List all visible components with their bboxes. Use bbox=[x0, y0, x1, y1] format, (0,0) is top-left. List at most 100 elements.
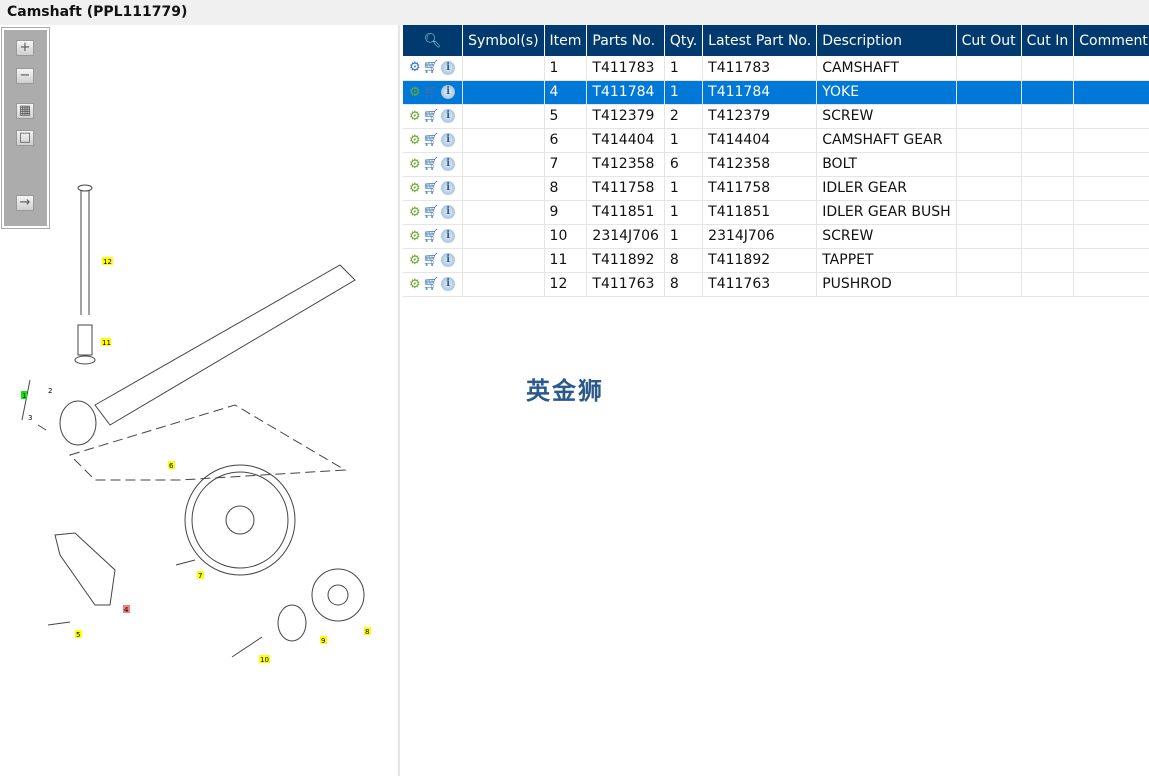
table-row[interactable]: ⚙ 🛒︎ i 8 T411758 1 T411758 IDLER GEAR bbox=[403, 176, 1149, 201]
cart-icon[interactable]: 🛒︎ bbox=[423, 229, 440, 244]
info-icon[interactable]: i bbox=[441, 85, 456, 99]
cut-in-cell bbox=[1021, 152, 1075, 177]
qty-cell: 1 bbox=[664, 56, 704, 81]
parts-no-cell: T411763 bbox=[586, 272, 665, 297]
col-symbols[interactable]: Symbol(s) bbox=[462, 25, 545, 56]
qty-cell: 8 bbox=[664, 248, 704, 273]
qty-cell: 1 bbox=[664, 224, 704, 249]
latest-part-cell: T414404 bbox=[702, 128, 818, 153]
search-icon[interactable]: 🔍︎ bbox=[424, 33, 442, 49]
zoom-out-button[interactable]: − bbox=[16, 68, 34, 84]
description-cell: BOLT bbox=[816, 152, 957, 177]
exploded-diagram[interactable]: 12 11 1 2 3 6 7 4 5 9 8 10 bbox=[0, 25, 400, 776]
diagram-pane[interactable]: 12 11 1 2 3 6 7 4 5 9 8 10 + − ▦ □ → bbox=[0, 25, 400, 776]
parts-no-cell: T411784 bbox=[586, 80, 665, 105]
parts-no-cell: T414404 bbox=[586, 128, 665, 153]
callout-10[interactable]: 10 bbox=[260, 656, 269, 664]
item-cell: 4 bbox=[544, 80, 588, 105]
cart-icon[interactable]: 🛒︎ bbox=[423, 60, 440, 75]
info-icon[interactable]: i bbox=[441, 157, 456, 171]
info-icon[interactable]: i bbox=[441, 205, 456, 219]
col-comment[interactable]: Comment bbox=[1073, 25, 1149, 56]
table-row[interactable]: ⚙ 🛒︎ i 9 T411851 1 T411851 IDLER GEAR BUSH bbox=[403, 200, 1149, 225]
col-cut-out[interactable]: Cut Out bbox=[956, 25, 1022, 56]
export-button[interactable]: → bbox=[16, 195, 34, 211]
table-row[interactable]: ⚙ 🛒︎ i 12 T411763 8 T411763 PUSHROD bbox=[403, 272, 1149, 297]
info-icon[interactable]: i bbox=[441, 133, 456, 147]
callout-5[interactable]: 5 bbox=[76, 631, 80, 639]
cut-in-cell bbox=[1021, 56, 1075, 81]
latest-part-cell: T412358 bbox=[702, 152, 818, 177]
col-parts-no[interactable]: Parts No. bbox=[586, 25, 665, 56]
callouts: 12 11 1 2 3 6 7 4 5 9 8 10 bbox=[21, 257, 371, 664]
item-cell: 5 bbox=[544, 104, 588, 129]
cart-icon[interactable]: 🛒︎ bbox=[423, 253, 440, 268]
callout-4[interactable]: 4 bbox=[124, 606, 129, 614]
symbols-cell bbox=[462, 80, 545, 105]
description-cell: TAPPET bbox=[816, 248, 957, 273]
latest-part-cell: T412379 bbox=[702, 104, 818, 129]
info-icon[interactable]: i bbox=[441, 277, 456, 291]
cart-icon[interactable]: 🛒︎ bbox=[423, 133, 440, 148]
callout-7[interactable]: 7 bbox=[198, 572, 202, 580]
symbols-cell bbox=[462, 128, 545, 153]
callout-8[interactable]: 8 bbox=[365, 628, 369, 636]
search-column-header[interactable]: 🔍︎ bbox=[403, 25, 464, 56]
comment-cell bbox=[1073, 176, 1149, 201]
cut-in-cell bbox=[1021, 200, 1075, 225]
cart-icon[interactable]: 🛒︎ bbox=[423, 85, 440, 100]
parts-no-cell: T412379 bbox=[586, 104, 665, 129]
parts-no-cell: T411783 bbox=[586, 56, 665, 81]
gear-icon: ⚙ bbox=[409, 108, 421, 124]
comment-cell bbox=[1073, 80, 1149, 105]
window-title: Camshaft (PPL111779) bbox=[0, 0, 1149, 25]
table-row[interactable]: ⚙ 🛒︎ i 11 T411892 8 T411892 TAPPET bbox=[403, 248, 1149, 273]
callout-9[interactable]: 9 bbox=[321, 637, 325, 645]
cart-icon[interactable]: 🛒︎ bbox=[423, 205, 440, 220]
table-row[interactable]: ⚙ 🛒︎ i 1 T411783 1 T411783 CAMSHAFT bbox=[403, 56, 1149, 81]
comment-cell bbox=[1073, 56, 1149, 81]
description-cell: SCREW bbox=[816, 104, 957, 129]
table-row[interactable]: ⚙ 🛒︎ i 6 T414404 1 T414404 CAMSHAFT GEAR bbox=[403, 128, 1149, 153]
actual-size-button[interactable]: □ bbox=[16, 130, 34, 146]
zoom-in-button[interactable]: + bbox=[16, 40, 34, 56]
table-row[interactable]: ⚙ 🛒︎ i 10 2314J706 1 2314J706 SCREW bbox=[403, 224, 1149, 249]
cut-in-cell bbox=[1021, 80, 1075, 105]
cut-out-cell bbox=[956, 80, 1022, 105]
cart-icon[interactable]: 🛒︎ bbox=[423, 181, 440, 196]
callout-2[interactable]: 2 bbox=[48, 387, 52, 395]
item-cell: 7 bbox=[544, 152, 588, 177]
cart-icon[interactable]: 🛒︎ bbox=[423, 157, 440, 172]
info-icon[interactable]: i bbox=[441, 109, 456, 123]
info-icon[interactable]: i bbox=[441, 60, 456, 75]
col-qty[interactable]: Qty. bbox=[664, 25, 704, 56]
parts-no-cell: 2314J706 bbox=[586, 224, 665, 249]
callout-1[interactable]: 1 bbox=[22, 392, 26, 400]
item-cell: 11 bbox=[544, 248, 588, 273]
callout-6[interactable]: 6 bbox=[169, 462, 174, 470]
callout-12[interactable]: 12 bbox=[103, 258, 112, 266]
col-cut-in[interactable]: Cut In bbox=[1021, 25, 1075, 56]
table-row[interactable]: ⚙ 🛒︎ i 4 T411784 1 T411784 YOKE bbox=[403, 80, 1149, 105]
col-latest-part-no[interactable]: Latest Part No. bbox=[702, 25, 818, 56]
table-row[interactable]: ⚙ 🛒︎ i 7 T412358 6 T412358 BOLT bbox=[403, 152, 1149, 177]
qty-cell: 1 bbox=[664, 200, 704, 225]
qty-cell: 1 bbox=[664, 176, 704, 201]
parts-no-cell: T411892 bbox=[586, 248, 665, 273]
col-item[interactable]: Item bbox=[544, 25, 588, 56]
latest-part-cell: T411851 bbox=[702, 200, 818, 225]
cart-icon[interactable]: 🛒︎ bbox=[423, 277, 440, 292]
callout-3[interactable]: 3 bbox=[28, 414, 32, 422]
cart-icon[interactable]: 🛒︎ bbox=[423, 109, 440, 124]
col-description[interactable]: Description bbox=[816, 25, 957, 56]
info-icon[interactable]: i bbox=[441, 253, 456, 267]
fit-view-button[interactable]: ▦ bbox=[16, 103, 34, 119]
gear-icon: ⚙ bbox=[409, 276, 421, 292]
assembly-gears-icon: ⚙ bbox=[409, 60, 421, 76]
callout-11[interactable]: 11 bbox=[102, 339, 111, 347]
parts-list-pane: 🔍︎ Symbol(s) Item Parts No. Qty. Latest … bbox=[403, 25, 1149, 776]
table-row[interactable]: ⚙ 🛒︎ i 5 T412379 2 T412379 SCREW bbox=[403, 104, 1149, 129]
watermark: 英金狮 bbox=[526, 377, 604, 405]
info-icon[interactable]: i bbox=[441, 181, 456, 195]
info-icon[interactable]: i bbox=[441, 229, 456, 243]
